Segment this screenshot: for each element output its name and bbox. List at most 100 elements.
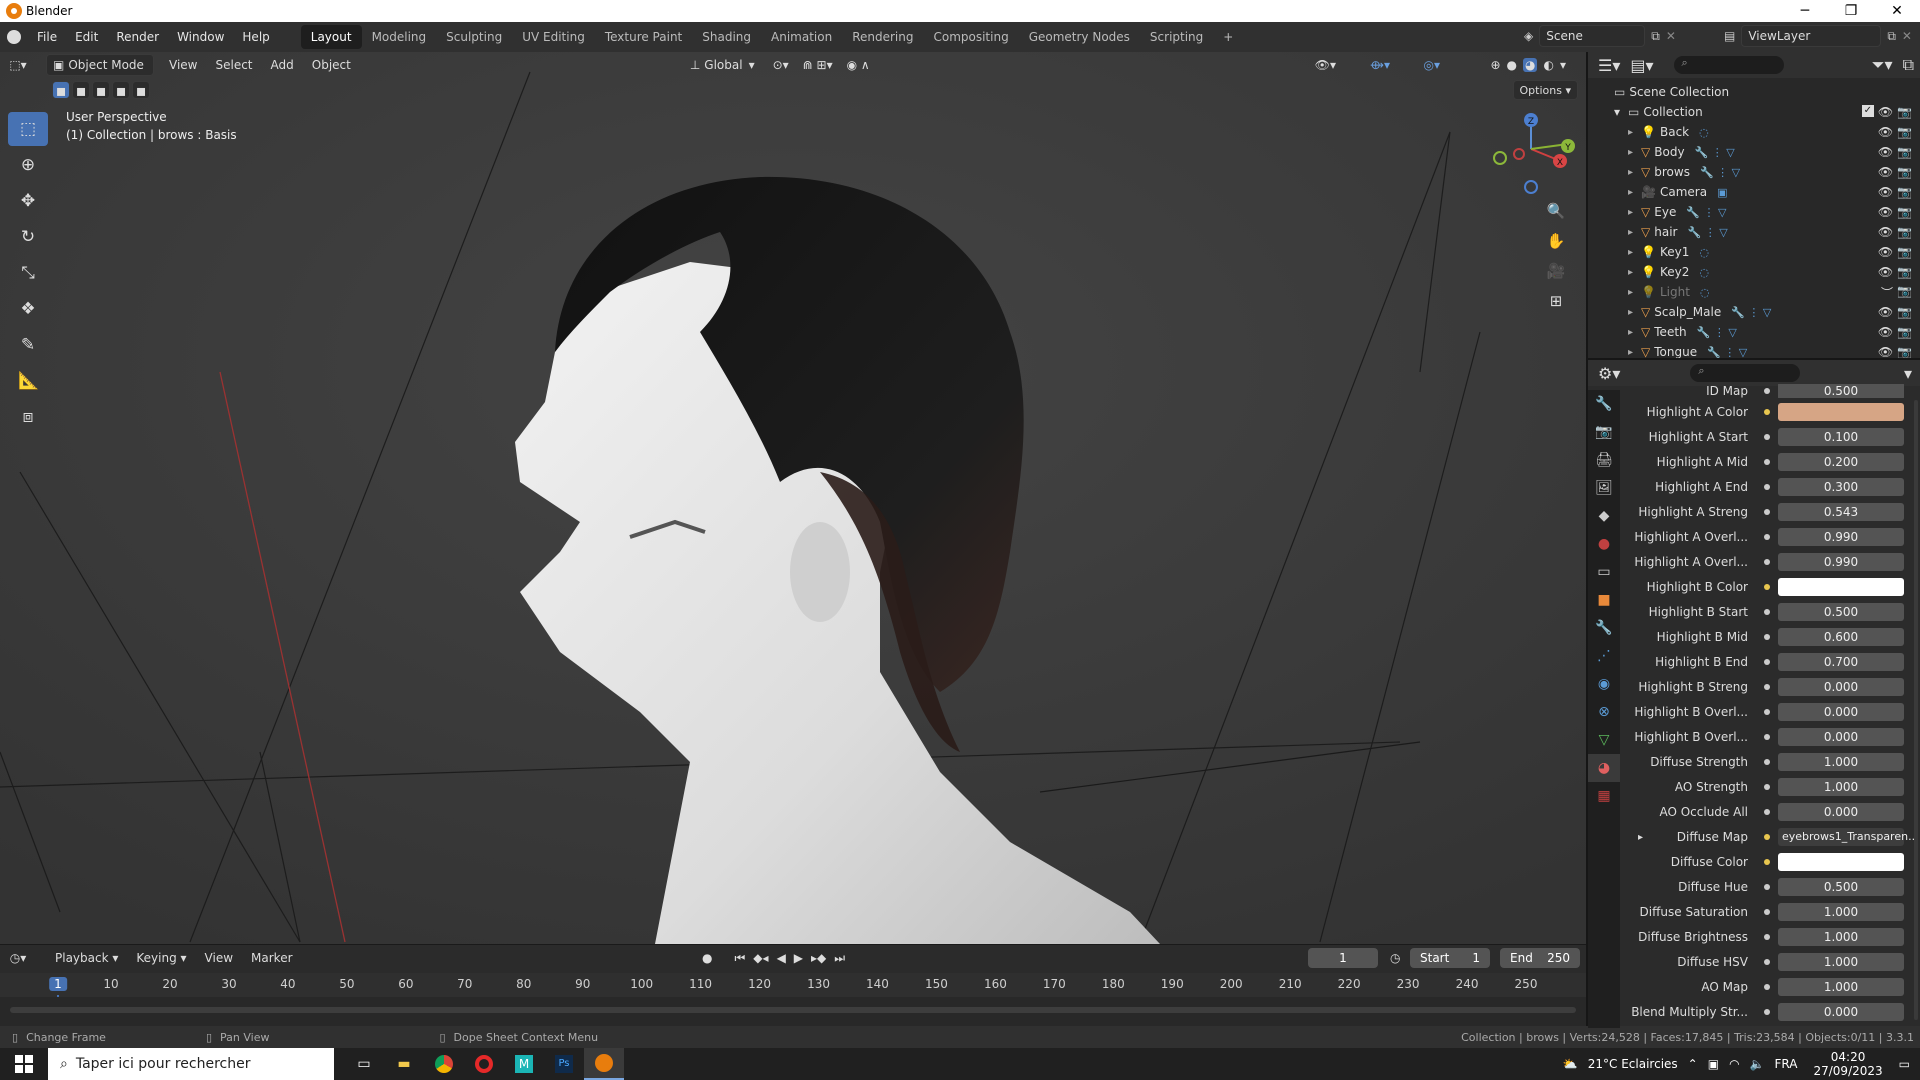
property-value[interactable]: 1.000	[1778, 753, 1904, 771]
camera-render-icon[interactable]: 📷	[1897, 245, 1912, 259]
camera-render-icon[interactable]: 📷	[1897, 325, 1912, 339]
proportional-edit-icon[interactable]: ◉ ∧	[847, 58, 870, 72]
overlays-icon[interactable]: ◎▾	[1424, 58, 1441, 72]
tool-add-cube[interactable]: ⧈	[8, 400, 48, 434]
outliner-item[interactable]: ▸ 💡 Light ◌ ︶ 📷	[1588, 282, 1920, 302]
object-data-icons[interactable]: 🔧 ⋮ ▽	[1695, 146, 1735, 159]
object-data-icons[interactable]: ◌	[1699, 126, 1709, 139]
tab-uv-editing[interactable]: UV Editing	[512, 25, 595, 49]
property-socket-icon[interactable]	[1764, 1009, 1770, 1015]
viewport-menu-object[interactable]: Object	[303, 58, 360, 72]
tab-shading[interactable]: Shading	[692, 25, 761, 49]
taskbar-search-box[interactable]: ⌕ Taper ici pour rechercher	[48, 1048, 334, 1080]
menu-help[interactable]: Help	[233, 30, 278, 44]
volume-icon[interactable]: 🔈	[1750, 1057, 1765, 1071]
eye-icon[interactable]: 👁	[1878, 305, 1893, 319]
expand-arrow-icon[interactable]: ▸	[1628, 147, 1633, 158]
timeline-editor[interactable]: ◷▾ Playback ▾ Keying ▾ View Marker ● ⏮ ◆…	[0, 944, 1586, 1027]
expand-arrow-icon[interactable]: ▸	[1628, 347, 1633, 358]
tool-cursor[interactable]: ⊕	[8, 148, 48, 182]
particles-tab-icon[interactable]: ⋰	[1588, 642, 1620, 670]
wifi-icon[interactable]: ◠	[1729, 1057, 1739, 1071]
tab-sculpting[interactable]: Sculpting	[436, 25, 512, 49]
minimize-button[interactable]: ─	[1782, 0, 1828, 22]
add-workspace-icon[interactable]: +	[1213, 25, 1243, 49]
modifier-tab-icon[interactable]: 🔧	[1588, 614, 1620, 642]
delete-scene-icon[interactable]: ✕	[1666, 29, 1676, 43]
notification-icon[interactable]: ▭	[1899, 1057, 1910, 1071]
camera-render-icon[interactable]: 📷	[1897, 145, 1912, 159]
color-swatch[interactable]	[1778, 578, 1904, 596]
expand-arrow-icon[interactable]: ▸	[1638, 832, 1643, 843]
tool-annotate[interactable]: ✎	[8, 328, 48, 362]
property-socket-icon[interactable]	[1764, 634, 1770, 640]
property-value[interactable]: 1.000	[1778, 953, 1904, 971]
select-intersect-icon[interactable]: ▪	[132, 81, 150, 100]
camera-render-icon[interactable]: 📷	[1897, 105, 1912, 119]
property-socket-icon[interactable]	[1764, 909, 1770, 915]
property-value[interactable]: 0.990	[1778, 553, 1904, 571]
expand-arrow-icon[interactable]: ▸	[1628, 307, 1633, 318]
tab-rendering[interactable]: Rendering	[842, 25, 923, 49]
property-socket-icon[interactable]	[1764, 709, 1770, 715]
delete-view-layer-icon[interactable]: ✕	[1902, 29, 1912, 43]
expand-arrow-icon[interactable]: ▸	[1628, 287, 1633, 298]
tool-transform[interactable]: ❖	[8, 292, 48, 326]
property-socket-icon[interactable]	[1764, 884, 1770, 890]
shading-options-icon[interactable]: ▾	[1560, 58, 1566, 72]
property-value[interactable]: 0.000	[1778, 1003, 1904, 1021]
navigation-gizmo[interactable]: Z X Y	[1486, 104, 1576, 194]
property-socket-icon[interactable]	[1764, 484, 1770, 490]
constraints-tab-icon[interactable]: ⊗	[1588, 698, 1620, 726]
chrome-icon[interactable]	[424, 1048, 464, 1080]
timeline-editor-type-icon[interactable]: ◷▾	[0, 951, 36, 965]
menu-window[interactable]: Window	[168, 30, 233, 44]
outliner-item[interactable]: ▸ 💡 Key2 ◌ 👁 📷	[1588, 262, 1920, 282]
property-socket-icon[interactable]	[1764, 559, 1770, 565]
property-value[interactable]: 0.000	[1778, 728, 1904, 746]
transform-orientation-dropdown[interactable]: ⊥ Global ▾	[690, 58, 755, 72]
collapse-arrow-icon[interactable]: ▾	[1614, 105, 1620, 119]
menu-file[interactable]: File	[28, 30, 66, 44]
mode-dropdown[interactable]: ▣ Object Mode	[46, 54, 154, 76]
clock-icon[interactable]: ◷	[1390, 951, 1400, 965]
eye-icon[interactable]: 👁	[1878, 265, 1893, 279]
property-socket-icon[interactable]	[1764, 934, 1770, 940]
outliner-item[interactable]: ▸ ▽ hair 🔧 ⋮ ▽ 👁 📷	[1588, 222, 1920, 242]
render-tab-icon[interactable]: 📷	[1588, 418, 1620, 446]
maximize-button[interactable]: ❐	[1828, 0, 1874, 22]
property-value[interactable]: 0.000	[1778, 803, 1904, 821]
expand-arrow-icon[interactable]: ▸	[1628, 167, 1633, 178]
property-socket-icon[interactable]	[1764, 784, 1770, 790]
expand-arrow-icon[interactable]: ▸	[1628, 187, 1633, 198]
tab-texture-paint[interactable]: Texture Paint	[595, 25, 692, 49]
play-reverse-icon[interactable]: ◀	[777, 951, 786, 965]
maya-icon[interactable]: M	[504, 1048, 544, 1080]
tool-tab-icon[interactable]: 🔧	[1588, 390, 1620, 418]
camera-render-icon[interactable]: 📷	[1897, 165, 1912, 179]
property-value[interactable]: 1.000	[1778, 778, 1904, 796]
property-value[interactable]: 0.300	[1778, 478, 1904, 496]
property-socket-icon[interactable]	[1764, 659, 1770, 665]
object-data-icons[interactable]: ◌	[1699, 266, 1709, 279]
new-scene-icon[interactable]: ⧉	[1651, 29, 1660, 44]
select-new-icon[interactable]: ▪	[52, 81, 70, 100]
tool-scale[interactable]: ⤡	[8, 256, 48, 290]
object-data-icons[interactable]: ◌	[1699, 246, 1709, 259]
opera-icon[interactable]	[464, 1048, 504, 1080]
play-icon[interactable]: ▶	[794, 951, 803, 965]
object-data-icons[interactable]: 🔧 ⋮ ▽	[1707, 346, 1747, 359]
property-value[interactable]: 0.500	[1778, 603, 1904, 621]
eye-icon[interactable]: 👁	[1878, 325, 1893, 339]
eye-icon[interactable]: 👁	[1878, 165, 1893, 179]
timeline-body[interactable]	[0, 997, 1586, 1027]
object-tab-icon[interactable]: ■	[1588, 586, 1620, 614]
zoom-icon[interactable]: 🔍	[1542, 197, 1570, 225]
property-socket-icon[interactable]	[1764, 434, 1770, 440]
outliner-panel[interactable]: ☰▾ ▤▾ ⌕ ⏷▾ ⧉ ▭ Scene Collection ▾ ▭ Coll…	[1586, 52, 1920, 359]
tab-animation[interactable]: Animation	[761, 25, 842, 49]
outliner-item[interactable]: ▸ ▽ brows 🔧 ⋮ ▽ 👁 📷	[1588, 162, 1920, 182]
property-value[interactable]: 0.700	[1778, 653, 1904, 671]
properties-search-input[interactable]: ⌕	[1690, 364, 1801, 382]
timeline-menu-view[interactable]: View	[196, 951, 242, 965]
